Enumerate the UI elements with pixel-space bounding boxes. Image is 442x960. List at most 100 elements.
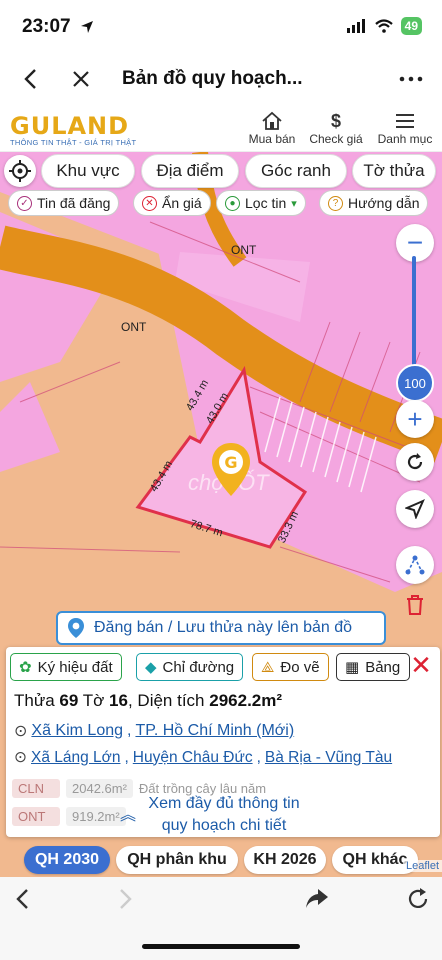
draw-vertices-icon <box>405 555 425 575</box>
status-time: 23:07 <box>22 16 71 37</box>
back-button[interactable] <box>16 64 46 94</box>
nav-buy-sell-label: Mua bán <box>248 132 296 146</box>
browser-back-icon[interactable] <box>12 887 36 911</box>
menu-icon <box>396 114 414 128</box>
ward-link[interactable]: Xã Kim Long <box>31 722 123 740</box>
battery-indicator: 49 <box>400 17 422 35</box>
location-pin-icon[interactable]: G <box>210 442 252 498</box>
sheet-label: Tờ <box>82 691 105 710</box>
measure-button[interactable]: ⟁ Đo vẽ <box>252 653 329 681</box>
view-full-details-link[interactable]: ︽ Xem đầy đủ thông tin quy hoạch chi tiế… <box>120 793 324 837</box>
chevron-left-icon <box>24 69 36 89</box>
svg-text:G: G <box>224 453 237 472</box>
home-indicator <box>142 944 300 949</box>
chip-label: Ẩn giá <box>162 195 202 211</box>
nav-catalog[interactable]: Danh mục <box>374 110 436 146</box>
tab-qh-phan-khu[interactable]: QH phân khu <box>116 846 238 874</box>
table-icon: ▦ <box>345 659 360 676</box>
draw-tool-button[interactable] <box>396 546 434 584</box>
address-old: ⊙ Xã Láng Lớn, Huyện Châu Đức, Bà Rịa - … <box>14 748 393 767</box>
sheet-number: 16 <box>109 691 128 710</box>
province-link[interactable]: Bà Rịa - Vũng Tàu <box>265 749 392 767</box>
browser-nav-bar: Bản đồ quy hoạch... <box>0 52 442 106</box>
more-line-1: Xem đầy đủ thông tin <box>148 795 300 812</box>
plus-icon: + <box>407 403 423 434</box>
nav-buy-sell[interactable]: Mua bán <box>246 110 298 146</box>
pin-filter-icon: ● <box>225 195 240 211</box>
filter-parcel[interactable]: Tờ thửa <box>352 154 436 188</box>
chip-posted-listings[interactable]: ✓ Tin đã đăng <box>8 190 120 216</box>
area-value: 2962.2m² <box>209 691 283 710</box>
zone-area: 919.2m² <box>66 807 126 826</box>
more-options-button[interactable] <box>396 64 426 94</box>
refresh-icon <box>407 453 423 470</box>
site-header: GULAND THÔNG TIN THẬT - GIÁ TRỊ THẬT Mua… <box>0 106 442 152</box>
hide-icon: ✕ <box>142 195 157 211</box>
zone-area: 2042.6m² <box>66 779 133 798</box>
nav-check-price-label: Check giá <box>309 132 363 146</box>
filter-corner[interactable]: Góc ranh <box>245 154 347 188</box>
location-icon: ⊙ <box>14 749 27 766</box>
locate-button[interactable] <box>4 155 36 187</box>
chevron-down-icon: ▾ <box>291 197 297 210</box>
parcel-label: Thửa <box>14 691 55 710</box>
minus-icon: − <box>406 227 424 258</box>
measure-icon: ⟁ <box>261 658 275 676</box>
delete-drawing-button[interactable] <box>396 586 434 624</box>
share-icon[interactable] <box>304 887 330 911</box>
measure-label: Đo vẽ <box>280 658 320 676</box>
zone-code: CLN <box>12 779 60 798</box>
brand-tagline: THÔNG TIN THẬT - GIÁ TRỊ THẬT <box>10 138 137 147</box>
crosshair-icon <box>9 160 31 182</box>
filter-place[interactable]: Địa điểm <box>141 154 239 188</box>
chip-guide[interactable]: ? Hướng dẫn <box>319 190 429 216</box>
zone-row: ONT 919.2m² <box>12 807 126 826</box>
map-attribution[interactable]: Leaflet <box>402 860 442 872</box>
location-icon: ⊙ <box>14 723 28 740</box>
directions-icon: ◆ <box>145 659 157 676</box>
map-view[interactable]: ONT ONT 43.4 m 43.0 m 43.4 m 78.7 m 33.3… <box>0 152 442 877</box>
save-parcel-banner[interactable]: Đăng bán / Lưu thửa này lên bản đồ <box>56 611 386 645</box>
filter-area[interactable]: Khu vực <box>41 154 135 188</box>
directions-label: Chỉ đường <box>162 658 235 676</box>
nav-check-price[interactable]: $ Check giá <box>306 110 366 147</box>
map-pin-icon <box>68 618 84 638</box>
wifi-icon <box>374 19 393 33</box>
palette-icon: ✿ <box>19 659 32 676</box>
save-parcel-label: Đăng bán / Lưu thửa này lên bản đồ <box>94 619 353 636</box>
zoom-in-button[interactable]: + <box>396 400 434 438</box>
area-label: Diện tích <box>137 691 205 710</box>
chip-label: Lọc tin <box>245 195 287 211</box>
house-icon <box>262 111 282 130</box>
close-icon: ✕ <box>410 650 432 680</box>
table-label: Bảng <box>365 658 401 676</box>
ward-link[interactable]: Xã Láng Lớn <box>31 749 120 767</box>
dollar-icon: $ <box>330 110 341 131</box>
status-bar: 23:07 49 <box>0 0 442 52</box>
chip-hide-price[interactable]: ✕ Ẩn giá <box>133 190 211 216</box>
table-button[interactable]: ▦ Bảng <box>336 653 410 681</box>
legend-button[interactable]: ✿ Ký hiệu đất <box>10 653 122 681</box>
chip-label: Tin đã đăng <box>37 195 111 211</box>
reload-icon[interactable] <box>406 887 430 911</box>
trash-icon <box>407 595 423 615</box>
close-button[interactable] <box>66 64 96 94</box>
city-link[interactable]: TP. Hồ Chí Minh (Mới) <box>135 722 294 740</box>
browser-forward-icon[interactable] <box>112 887 136 911</box>
refresh-map-button[interactable] <box>396 443 434 481</box>
close-panel-button[interactable]: ✕ <box>408 650 434 680</box>
district-link[interactable]: Huyện Châu Đức <box>133 749 253 767</box>
zoom-level-indicator[interactable]: 100 <box>396 364 434 402</box>
tab-kh-2026[interactable]: KH 2026 <box>244 846 326 874</box>
navigate-button[interactable] <box>396 490 434 528</box>
navigation-arrow-icon <box>405 499 425 519</box>
tab-qh-2030[interactable]: QH 2030 <box>24 846 110 874</box>
zone-label: ONT <box>231 243 257 257</box>
nav-catalog-label: Danh mục <box>377 132 433 146</box>
guland-logo[interactable]: GULAND THÔNG TIN THẬT - GIÁ TRỊ THẬT <box>10 112 136 147</box>
directions-button[interactable]: ◆ Chỉ đường <box>136 653 244 681</box>
parcel-number: 69 <box>59 691 79 710</box>
parcel-info-panel: ✿ Ký hiệu đất ◆ Chỉ đường ⟁ Đo vẽ ▦ Bảng… <box>6 647 440 837</box>
ellipsis-icon <box>399 76 423 82</box>
chip-filter-listings[interactable]: ● Lọc tin ▾ <box>216 190 306 216</box>
